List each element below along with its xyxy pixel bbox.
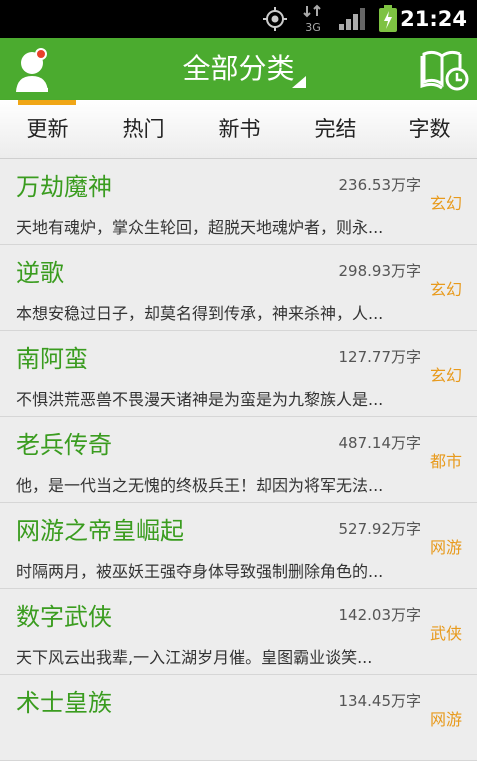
word-count: 527.92万字 (338, 520, 422, 538)
book-summary: 不惧洪荒恶兽不畏漫天诸神是为蛮是为九黎族人是... (16, 390, 384, 409)
book-summary: 天地有魂炉，掌众生轮回，超脱天地魂炉者，则永... (16, 218, 384, 237)
book-summary: 本想安稳过日子，却莫名得到传承，神来杀神，人... (16, 304, 384, 323)
word-count: 298.93万字 (338, 262, 422, 280)
status-bar: 3G 21:24 (0, 0, 477, 38)
word-count: 127.77万字 (338, 348, 422, 366)
tab-completed[interactable]: 完结 (288, 100, 383, 158)
genre-tag: 都市 (430, 452, 463, 471)
sort-tabs: 更新 热门 新书 完结 字数 (0, 100, 477, 159)
book-summary: 时隔两月，被巫妖王强夺身体导致强制删除角色的... (16, 562, 384, 581)
book-list-item[interactable]: 网游之帝皇崛起 527.92万字 网游 时隔两月，被巫妖王强夺身体导致强制删除角… (0, 503, 477, 589)
genre-tag: 玄幻 (430, 366, 463, 385)
book-list-item[interactable]: 术士皇族 134.45万字 网游 (0, 675, 477, 761)
book-title: 逆歌 (16, 259, 64, 287)
genre-tag: 网游 (430, 710, 463, 729)
reading-history-icon (420, 50, 469, 91)
word-count: 487.14万字 (338, 434, 422, 452)
book-title: 南阿蛮 (16, 345, 88, 373)
tab-new-books[interactable]: 新书 (192, 100, 287, 158)
page-title: 全部分类 (182, 52, 295, 85)
genre-tag: 网游 (430, 538, 463, 557)
word-count: 134.45万字 (338, 692, 422, 710)
tab-hot[interactable]: 热门 (96, 100, 191, 158)
book-title: 网游之帝皇崛起 (16, 517, 184, 545)
app-header: 全部分类 (0, 38, 477, 100)
genre-tag: 武侠 (430, 624, 463, 643)
book-title: 数字武侠 (16, 603, 112, 631)
reading-history-button[interactable] (420, 48, 470, 92)
word-count: 236.53万字 (338, 176, 422, 194)
book-list-item[interactable]: 南阿蛮 127.77万字 玄幻 不惧洪荒恶兽不畏漫天诸神是为蛮是为九黎族人是..… (0, 331, 477, 417)
tab-update[interactable]: 更新 (0, 100, 95, 158)
genre-tag: 玄幻 (430, 194, 463, 213)
battery-charging-icon (378, 0, 398, 38)
tab-word-count[interactable]: 字数 (382, 100, 477, 158)
book-list-item[interactable]: 逆歌 298.93万字 玄幻 本想安稳过日子，却莫名得到传承，神来杀神，人... (0, 245, 477, 331)
gps-icon (262, 0, 288, 38)
dropdown-triangle-icon (292, 73, 306, 92)
signal-icon (338, 0, 366, 38)
book-summary: 他，是一代当之无愧的终极兵王！却因为将军无法... (16, 476, 384, 495)
svg-text:3G: 3G (305, 21, 321, 34)
book-title: 万劫魔神 (16, 173, 112, 201)
book-list-item[interactable]: 万劫魔神 236.53万字 玄幻 天地有魂炉，掌众生轮回，超脱天地魂炉者，则永.… (0, 159, 477, 245)
book-summary: 天下风云出我辈,一入江湖岁月催。皇图霸业谈笑... (16, 648, 373, 667)
book-list-item[interactable]: 数字武侠 142.03万字 武侠 天下风云出我辈,一入江湖岁月催。皇图霸业谈笑.… (0, 589, 477, 675)
book-list: 万劫魔神 236.53万字 玄幻 天地有魂炉，掌众生轮回，超脱天地魂炉者，则永.… (0, 159, 477, 761)
book-list-item[interactable]: 老兵传奇 487.14万字 都市 他，是一代当之无愧的终极兵王！却因为将军无法.… (0, 417, 477, 503)
category-title[interactable]: 全部分类 (0, 38, 477, 100)
clock: 21:24 (400, 7, 467, 31)
genre-tag: 玄幻 (430, 280, 463, 299)
book-title: 老兵传奇 (16, 431, 112, 459)
word-count: 142.03万字 (338, 606, 422, 624)
network-3g-icon: 3G (302, 0, 324, 38)
